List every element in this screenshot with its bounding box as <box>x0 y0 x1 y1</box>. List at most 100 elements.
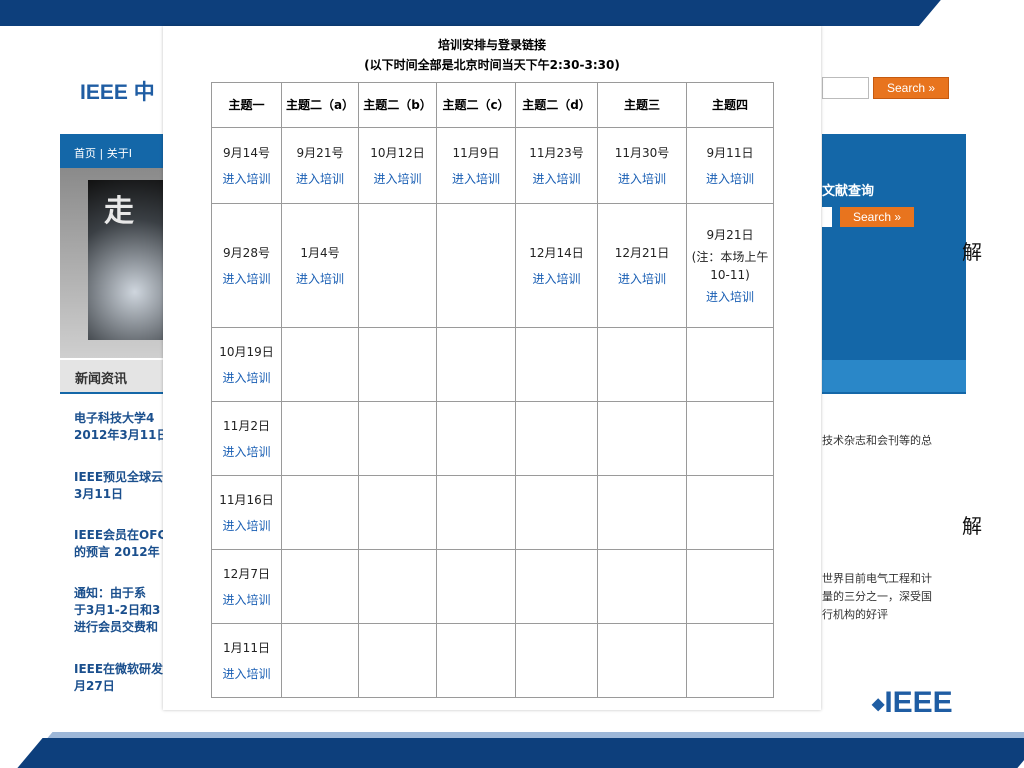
table-cell <box>515 401 598 476</box>
enter-training-link[interactable]: 进入培训 <box>212 365 281 391</box>
popup-title: 培训安排与登录链接 <box>437 38 546 52</box>
right-text-line: 量的三分之一，深受国 <box>822 590 932 603</box>
table-cell: 12月14日进入培训 <box>515 203 598 328</box>
enter-training-link[interactable]: 进入培训 <box>598 266 686 292</box>
column-header: 主题一 <box>211 82 282 128</box>
enter-training-link[interactable]: 进入培训 <box>282 166 358 192</box>
enter-training-link[interactable]: 进入培训 <box>687 166 773 192</box>
enter-training-link[interactable]: 进入培训 <box>516 266 597 292</box>
search-input[interactable] <box>822 77 869 99</box>
session-date: 11月30号 <box>614 145 670 160</box>
enter-training-link[interactable]: 进入培训 <box>359 166 436 192</box>
session-date: 12月14日 <box>529 245 584 260</box>
enter-training-link[interactable]: 进入培训 <box>598 166 686 192</box>
table-cell: 12月7日进入培训 <box>211 549 282 624</box>
nav-links[interactable]: 首页 | 关于I <box>74 145 132 161</box>
training-schedule-popup: 培训安排与登录链接 (以下时间全部是北京时间当天下午2:30-3:30) 主题一… <box>163 26 821 710</box>
table-cell <box>597 549 687 624</box>
column-header: 主题三 <box>597 82 687 128</box>
table-cell: 9月14号 进入培训 <box>211 127 282 204</box>
news-item[interactable]: IEEE会员在OFC 的预言 2012年 <box>74 527 166 561</box>
enter-training-link[interactable]: 进入培训 <box>212 439 281 465</box>
table-cell <box>436 203 516 328</box>
right-text-line: 世界目前电气工程和计 <box>822 572 932 585</box>
search-button[interactable]: Search » <box>873 77 949 99</box>
literature-search-input[interactable] <box>822 207 832 227</box>
news-line: 电子科技大学4 <box>74 411 155 425</box>
table-cell <box>436 327 516 402</box>
column-header: 主题二（d） <box>515 82 598 128</box>
table-header-row: 主题一 主题二（a） 主题二（b） 主题二（c） 主题二（d） 主题三 主题四 <box>211 82 774 128</box>
literature-search-button[interactable]: Search » <box>840 207 914 227</box>
session-date: 12月7日 <box>223 566 270 581</box>
news-line: 进行会员交费和 <box>74 620 159 634</box>
news-item[interactable]: IEEE预见全球云 3月11日 <box>74 469 166 503</box>
table-cell: 11月16日进入培训 <box>211 475 282 550</box>
session-date: 9月11日 <box>706 145 754 160</box>
news-item[interactable]: IEEE在微软研发 月27日 <box>74 661 166 695</box>
table-cell <box>281 327 359 402</box>
enter-training-link[interactable]: 进入培训 <box>212 513 281 539</box>
right-text-line: 行机构的好评 <box>822 608 888 621</box>
table-cell <box>358 549 437 624</box>
table-cell: 12月21日进入培训 <box>597 203 687 328</box>
enter-training-link[interactable]: 进入培训 <box>282 266 358 292</box>
table-cell <box>686 549 774 624</box>
table-cell <box>358 327 437 402</box>
news-line: 月27日 <box>74 679 115 693</box>
news-item[interactable]: 通知：由于系 于3月1-2日和3 进行会员交费和 <box>74 585 166 636</box>
table-cell <box>597 401 687 476</box>
table-row: 9月28号 进入培训 1月4号 进入培训 12月14日 进入培训 12月21日 进入培训… <box>211 203 774 328</box>
site-title[interactable]: IEEE 中 <box>80 76 155 106</box>
table-cell <box>436 623 516 698</box>
table-cell <box>515 475 598 550</box>
session-date: 10月12日 <box>370 145 425 160</box>
table-cell: 9月28号进入培训 <box>211 203 282 328</box>
slide-text-fragment: 解 <box>962 514 982 538</box>
enter-training-link[interactable]: 进入培训 <box>516 166 597 192</box>
enter-training-link[interactable]: 进入培训 <box>687 284 773 310</box>
column-header: 主题四 <box>686 82 774 128</box>
table-cell <box>436 475 516 550</box>
table-cell: 10月12日进入培训 <box>358 127 437 204</box>
slide-text-fragment: 解 <box>962 240 982 264</box>
news-line: IEEE会员在OFC <box>74 528 166 542</box>
right-text-2: 世界目前电气工程和计 量的三分之一，深受国 行机构的好评 <box>822 570 932 624</box>
table-cell <box>436 549 516 624</box>
enter-training-link[interactable]: 进入培训 <box>212 661 281 687</box>
table-cell: 1月11日 进入培训 <box>211 623 282 698</box>
table-cell <box>686 475 774 550</box>
popup-subtitle: (以下时间全部是北京时间当天下午2:30-3:30) <box>364 58 620 72</box>
enter-training-link[interactable]: 进入培训 <box>212 266 281 292</box>
news-item[interactable]: 电子科技大学4 2012年3月11日 <box>74 410 166 444</box>
enter-training-link[interactable]: 进入培训 <box>212 587 281 613</box>
slide-bottom-band <box>0 728 1024 768</box>
session-date: 11月23号 <box>529 145 584 160</box>
news-line: 2012年3月11日 <box>74 428 166 442</box>
table-cell <box>686 623 774 698</box>
table-row: 9月14号 进入培训 9月21号 进入培训 10月12日 进入培训 11月9日 进入培训… <box>211 127 774 204</box>
session-date: 12月21日 <box>614 245 670 260</box>
table-cell <box>597 475 687 550</box>
table-cell: 11月23号进入培训 <box>515 127 598 204</box>
session-date: 9月28号 <box>223 245 270 260</box>
right-text-1: 技术杂志和会刊等的总 <box>822 434 932 447</box>
enter-training-link[interactable]: 进入培训 <box>437 166 515 192</box>
news-line: IEEE预见全球云 <box>74 470 164 484</box>
table-cell: 9月21日 (注：本场上午 10-11) 进入培训 <box>686 203 774 328</box>
table-row: 12月7日进入培训 <box>211 549 774 624</box>
enter-training-link[interactable]: 进入培训 <box>212 166 281 192</box>
session-date: 9月21号 <box>296 145 344 160</box>
column-header: 主题二（b） <box>358 82 437 128</box>
table-cell <box>436 401 516 476</box>
table-cell <box>281 549 359 624</box>
session-date: 11月16日 <box>219 492 274 507</box>
table-row: 11月16日进入培训 <box>211 475 774 550</box>
right-panel <box>822 134 966 394</box>
ieee-logo-text: IEEE <box>884 686 953 719</box>
table-cell <box>358 401 437 476</box>
table-cell: 10月19日 进入培训 <box>211 327 282 402</box>
table-cell <box>597 327 687 402</box>
table-cell: 9月21号进入培训 <box>281 127 359 204</box>
diamond-icon: ◆ <box>872 696 885 714</box>
